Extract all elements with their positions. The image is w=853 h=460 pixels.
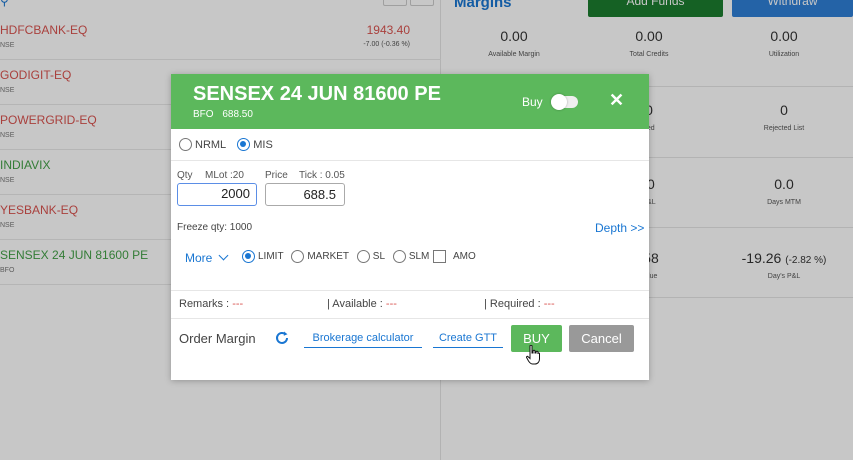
available-value: --- <box>385 298 397 310</box>
required-info: | Required : --- <box>484 298 555 310</box>
order-type-market[interactable]: MARKET <box>291 250 349 263</box>
remarks-info: Remarks : --- <box>179 298 243 310</box>
quantity-input[interactable]: 2000 <box>177 183 257 206</box>
price-input[interactable]: 688.5 <box>265 183 345 206</box>
divider <box>171 318 649 319</box>
radio-icon[interactable] <box>242 250 255 263</box>
product-nrml[interactable]: NRML <box>179 138 226 151</box>
toggle-knob <box>551 94 567 110</box>
divider <box>171 290 649 291</box>
order-type-label: MARKET <box>307 251 350 262</box>
more-options-button[interactable]: More <box>185 250 229 265</box>
order-type-sl[interactable]: SL <box>356 250 386 263</box>
freeze-qty-text: Freeze qty: 1000 <box>177 222 253 233</box>
available-label: | Available : <box>327 298 383 310</box>
amo-checkbox[interactable]: AMO <box>433 250 476 263</box>
price-label: Price <box>265 170 288 181</box>
order-type-slm[interactable]: SLM <box>392 250 430 263</box>
product-nrml-label: NRML <box>195 138 227 151</box>
instrument-ltp: 688.50 <box>222 109 253 120</box>
chevron-down-icon <box>218 250 229 261</box>
close-icon[interactable]: ✕ <box>609 90 624 111</box>
radio-icon[interactable] <box>291 250 305 263</box>
order-type-limit[interactable]: LIMIT <box>242 250 284 263</box>
product-mis[interactable]: MIS <box>237 138 273 151</box>
refresh-icon[interactable] <box>274 330 290 346</box>
order-type-label: SLM <box>408 251 430 262</box>
amo-label: AMO <box>453 251 476 262</box>
refresh-icon-svg <box>276 331 288 344</box>
instrument-title: SENSEX 24 JUN 81600 PE <box>193 83 441 105</box>
order-type-label: SL <box>372 251 386 262</box>
order-type-label: LIMIT <box>258 251 284 262</box>
create-gtt-link[interactable]: Create GTT <box>433 332 503 348</box>
cancel-button[interactable]: Cancel <box>569 325 634 352</box>
order-type-group: LIMIT MARKET SL SLM <box>242 250 434 266</box>
tick-label: Tick : 0.05 <box>299 170 345 181</box>
radio-icon[interactable] <box>356 250 370 263</box>
instrument-subtitle: BFO 688.50 <box>193 109 259 120</box>
radio-icon[interactable] <box>179 138 192 151</box>
divider <box>171 160 649 161</box>
depth-link[interactable]: Depth >> <box>595 221 644 235</box>
radio-icon[interactable] <box>392 250 406 263</box>
order-modal: SENSEX 24 JUN 81600 PE BFO 688.50 Buy ✕ … <box>171 74 649 380</box>
brokerage-calculator-link[interactable]: Brokerage calculator <box>304 332 422 348</box>
product-type-group: NRML MIS <box>179 138 281 154</box>
buy-sell-toggle[interactable] <box>551 94 578 110</box>
remarks-label: Remarks : <box>179 298 230 310</box>
instrument-exchange: BFO <box>193 109 214 120</box>
available-info: | Available : --- <box>327 298 397 310</box>
radio-icon[interactable] <box>237 138 251 151</box>
checkbox-icon[interactable] <box>433 250 446 263</box>
qty-label: Qty <box>177 170 193 181</box>
buy-toggle-label: Buy <box>522 95 543 109</box>
remarks-value: --- <box>232 298 244 310</box>
required-label: | Required : <box>484 298 541 310</box>
order-modal-header: SENSEX 24 JUN 81600 PE BFO 688.50 Buy ✕ <box>171 74 649 129</box>
required-value: --- <box>543 298 555 310</box>
order-margin-label: Order Margin <box>179 331 256 346</box>
hand-cursor-icon <box>526 345 540 365</box>
product-mis-label: MIS <box>253 138 273 151</box>
mlot-label: MLot :20 <box>205 170 244 181</box>
more-label: More <box>185 251 213 265</box>
